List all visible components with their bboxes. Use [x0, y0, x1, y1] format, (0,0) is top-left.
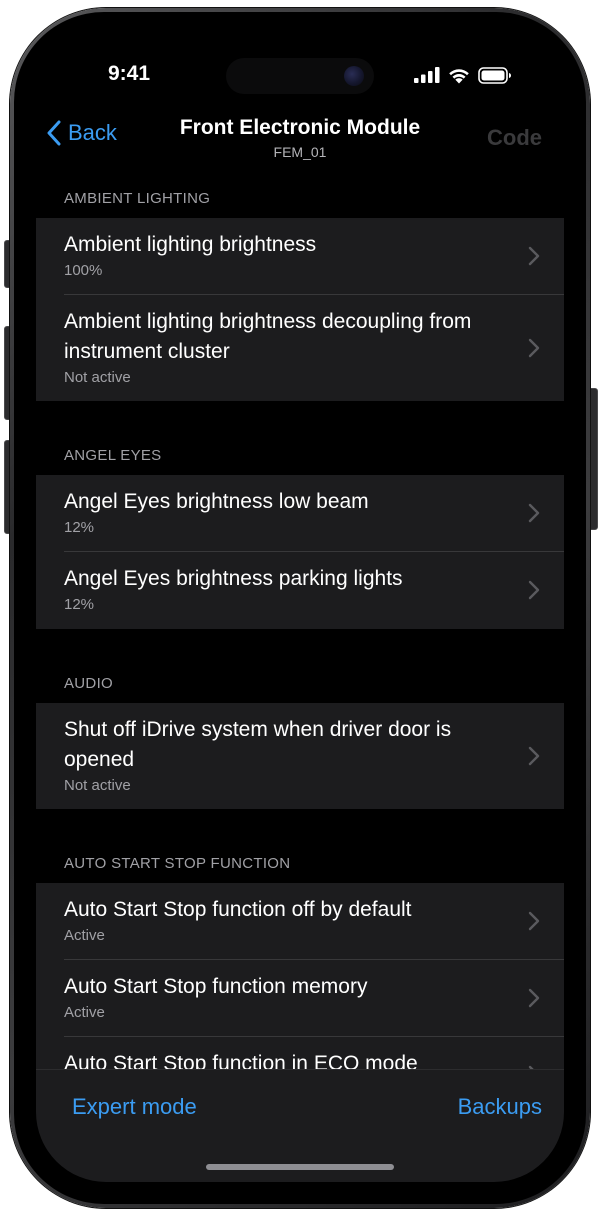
- status-time: 9:41: [108, 62, 151, 85]
- screen: 9:41 Back Front Electronic Module FEM_01…: [36, 32, 564, 1182]
- section-header-audio: AUDIO: [64, 675, 114, 692]
- code-button[interactable]: Code: [487, 125, 542, 151]
- list-item[interactable]: Ambient lighting brightness 100%: [36, 218, 564, 294]
- chevron-right-icon: [528, 246, 540, 266]
- section-group-ambient-lighting: Ambient lighting brightness 100% Ambient…: [36, 218, 564, 401]
- chevron-right-icon: [528, 746, 540, 766]
- section-group-auto-start-stop: Auto Start Stop function off by default …: [36, 883, 564, 1085]
- list-item[interactable]: Angel Eyes brightness low beam 12%: [36, 475, 564, 551]
- row-title: Angel Eyes brightness parking lights: [64, 567, 403, 590]
- list-item[interactable]: Auto Start Stop function memory Active: [36, 960, 564, 1036]
- section-group-angel-eyes: Angel Eyes brightness low beam 12% Angel…: [36, 475, 564, 629]
- section-group-audio: Shut off iDrive system when driver door …: [36, 703, 564, 809]
- row-value: 100%: [64, 262, 103, 279]
- row-value: Active: [64, 1004, 105, 1021]
- list-item[interactable]: Auto Start Stop function off by default …: [36, 883, 564, 959]
- page-title: Front Electronic Module: [179, 116, 421, 139]
- chevron-right-icon: [528, 988, 540, 1008]
- list-item[interactable]: Shut off iDrive system when driver door …: [36, 703, 564, 809]
- row-value: 12%: [64, 596, 95, 613]
- battery-icon: [478, 66, 511, 84]
- row-title: Auto Start Stop function memory: [64, 975, 368, 998]
- section-header-auto-start-stop: AUTO START STOP FUNCTION: [64, 855, 291, 872]
- chevron-right-icon: [528, 338, 540, 358]
- row-title: Ambient lighting brightness: [64, 233, 317, 256]
- expert-mode-button[interactable]: Expert mode: [72, 1094, 197, 1120]
- backups-button[interactable]: Backups: [458, 1094, 542, 1120]
- row-value: 12%: [64, 519, 95, 536]
- wifi-icon: [449, 68, 469, 83]
- row-value: Not active: [64, 777, 131, 794]
- chevron-right-icon: [528, 911, 540, 931]
- list-item[interactable]: Angel Eyes brightness parking lights 12%: [36, 552, 564, 629]
- list-item[interactable]: Ambient lighting brightness decoupling f…: [36, 295, 564, 401]
- section-header-angel-eyes: ANGEL EYES: [64, 447, 162, 464]
- row-title: Ambient lighting brightness decoupling f…: [64, 310, 472, 363]
- home-indicator[interactable]: [206, 1164, 394, 1170]
- bottom-toolbar: Expert mode Backups: [36, 1069, 564, 1182]
- chevron-right-icon: [528, 503, 540, 523]
- row-title: Angel Eyes brightness low beam: [64, 490, 369, 513]
- phone-mockup: 9:41 Back Front Electronic Module FEM_01…: [0, 0, 600, 1217]
- section-header-ambient-lighting: AMBIENT LIGHTING: [64, 190, 211, 207]
- page-subtitle: FEM_01: [273, 144, 327, 160]
- row-value: Not active: [64, 369, 131, 386]
- row-title: Auto Start Stop function off by default: [64, 898, 412, 921]
- row-title: Shut off iDrive system when driver door …: [64, 718, 452, 771]
- row-value: Active: [64, 927, 105, 944]
- dynamic-island: [226, 58, 374, 94]
- status-icons: [414, 64, 512, 86]
- chevron-right-icon: [528, 580, 540, 600]
- signal-bars-icon: [414, 67, 440, 83]
- front-camera-icon: [344, 66, 364, 86]
